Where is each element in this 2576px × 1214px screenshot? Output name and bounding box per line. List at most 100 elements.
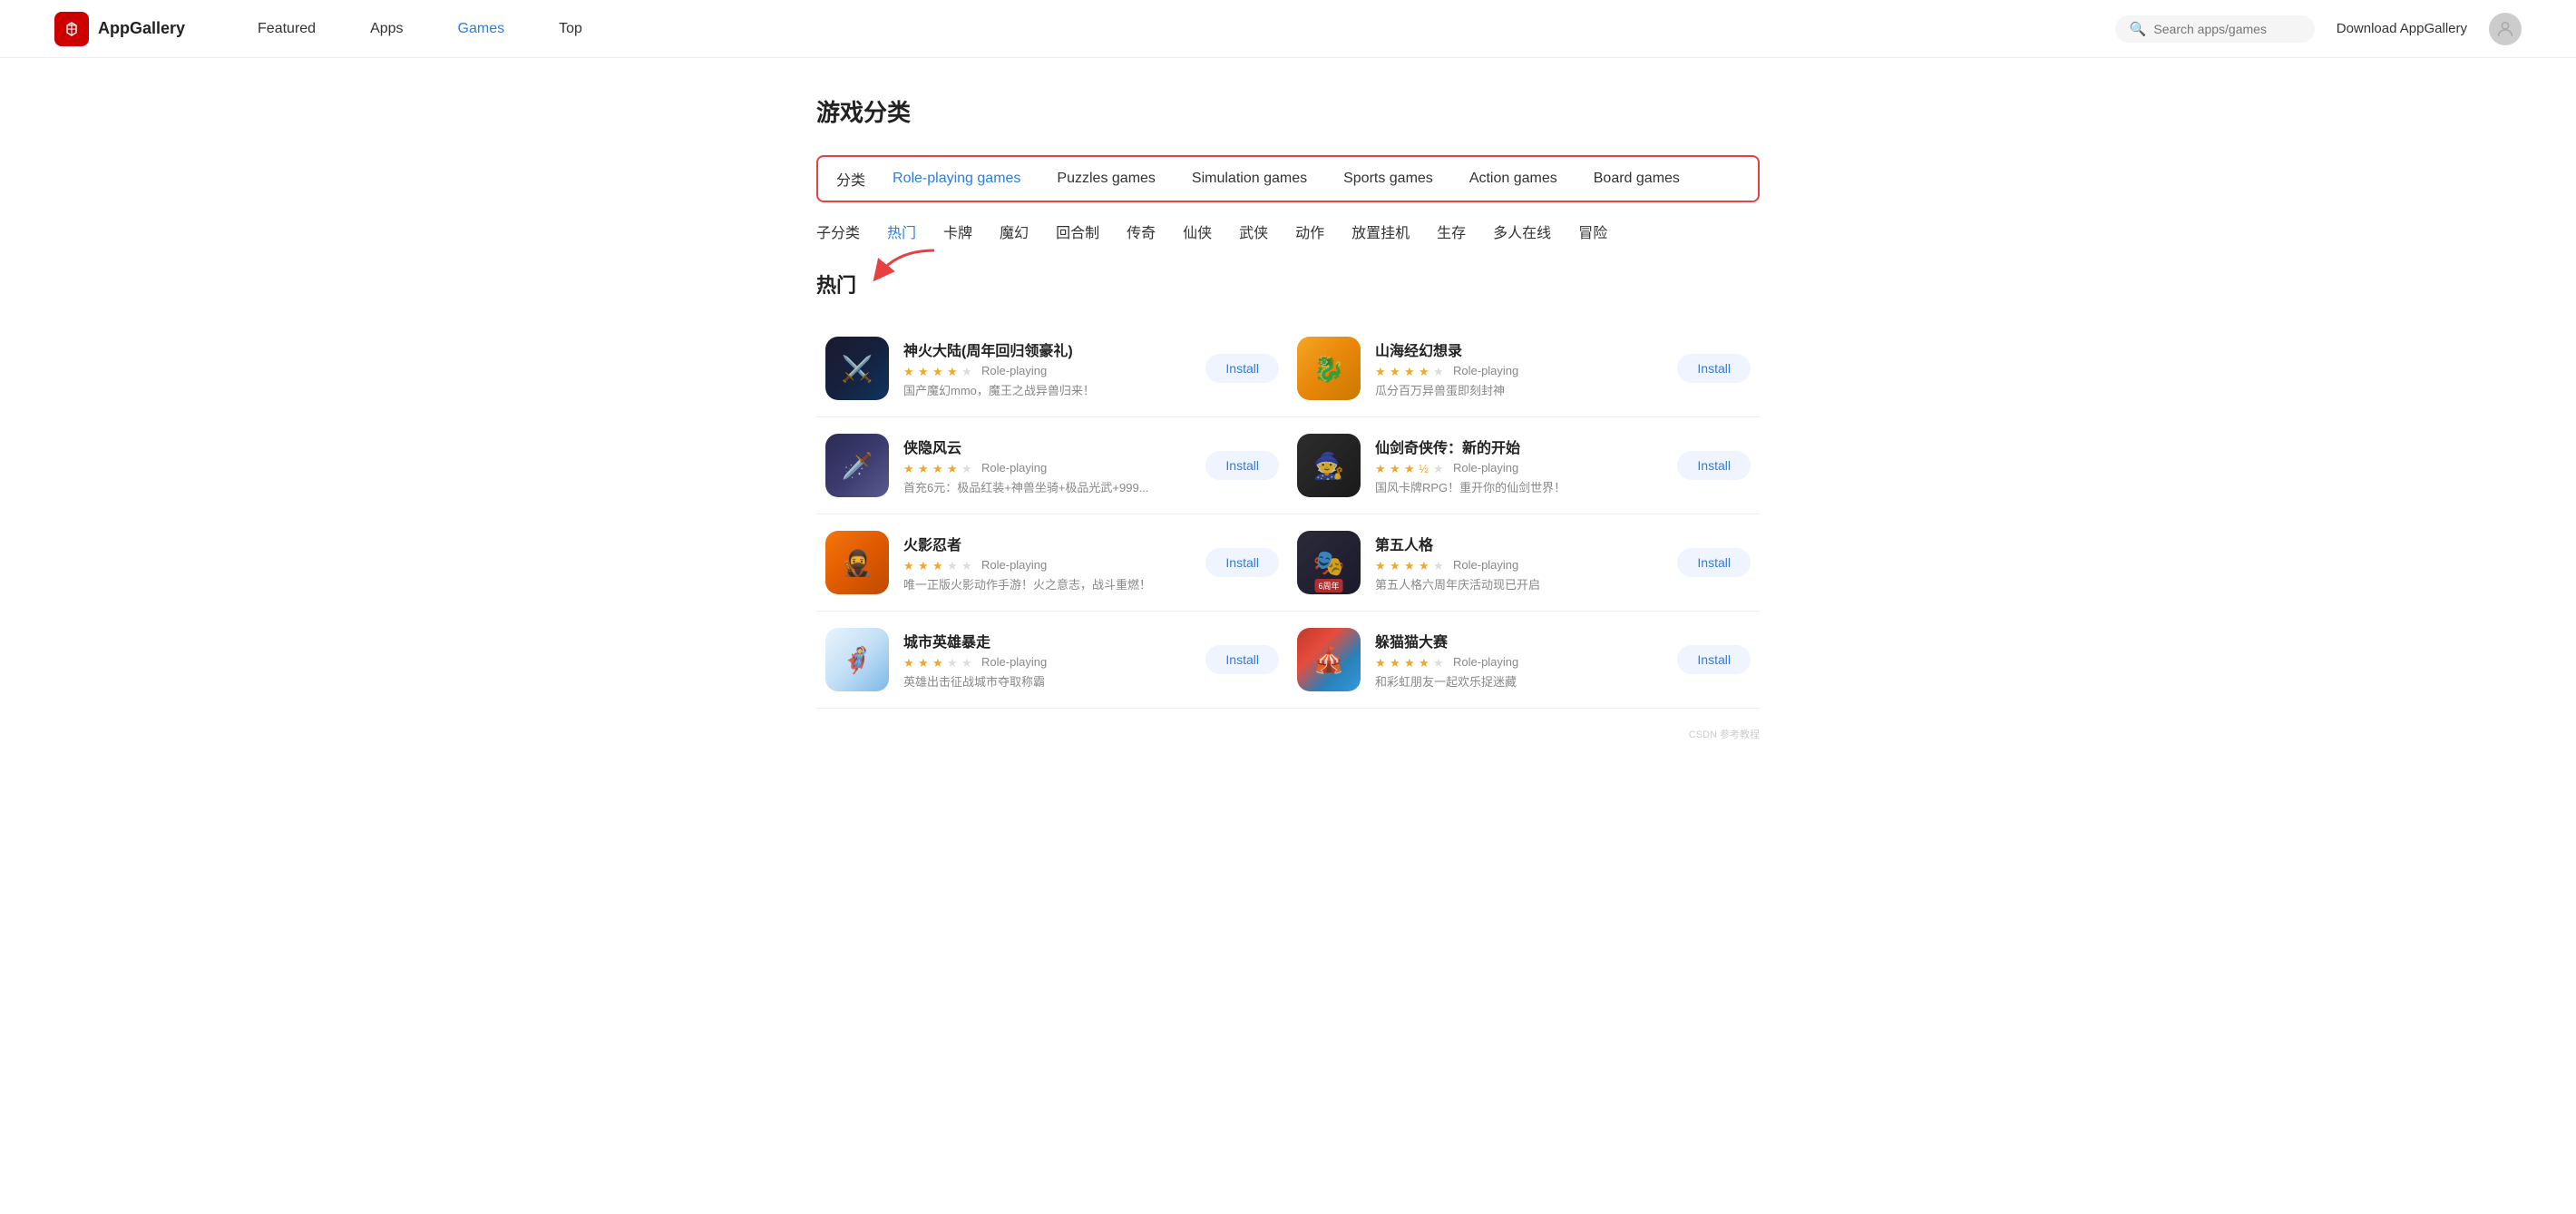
header-right: 🔍 Download AppGallery — [2115, 13, 2522, 45]
install-button[interactable]: Install — [1677, 451, 1751, 480]
user-avatar[interactable] — [2489, 13, 2522, 45]
search-input[interactable] — [2153, 22, 2299, 36]
app-icon: ⚔️ — [825, 337, 889, 400]
app-category-tag: Role-playing — [1453, 364, 1518, 377]
stars: ★★★★★ — [903, 559, 974, 572]
app-item: 🎪 躲猫猫大赛 ★★★★★ Role-playing 和彩虹朋友一起欢乐捉迷藏 … — [1288, 612, 1760, 709]
search-icon: 🔍 — [2130, 21, 2147, 37]
arrow-indicator — [871, 246, 943, 282]
download-appgallery-button[interactable]: Download AppGallery — [2337, 21, 2467, 36]
nav-featured[interactable]: Featured — [258, 21, 316, 37]
section-title: 热门 — [816, 269, 1760, 299]
subcategory-label: 子分类 — [816, 220, 860, 242]
install-button[interactable]: Install — [1205, 451, 1279, 480]
nav-apps[interactable]: Apps — [370, 21, 403, 37]
subcategory-xian[interactable]: 仙侠 — [1183, 220, 1212, 242]
app-name: 山海经幻想录 — [1375, 338, 1663, 360]
app-info: 火影忍者 ★★★★★ Role-playing 唯一正版火影动作手游！火之意志，… — [903, 533, 1191, 592]
app-category-tag: Role-playing — [1453, 461, 1518, 475]
main-nav: Featured Apps Games Top — [258, 21, 2115, 37]
app-item: 🗡️ 侠隐风云 ★★★★★ Role-playing 首充6元：极品红装+神兽坐… — [816, 417, 1288, 514]
install-button[interactable]: Install — [1205, 548, 1279, 577]
subcategory-hot[interactable]: 热门 — [887, 220, 916, 242]
app-item: 🦸 城市英雄暴走 ★★★★★ Role-playing 英雄出击征战城市夺取称霸… — [816, 612, 1288, 709]
app-desc: 瓜分百万异兽蛋即刻封神 — [1375, 381, 1647, 398]
app-icon: 🎪 — [1297, 628, 1361, 691]
app-name: 仙剑奇侠传：新的开始 — [1375, 436, 1663, 457]
app-grid: ⚔️ 神火大陆(周年回归领豪礼) ★★★★★ Role-playing 国产魔幻… — [816, 320, 1760, 709]
subcategory-online[interactable]: 多人在线 — [1493, 220, 1551, 242]
install-button[interactable]: Install — [1677, 354, 1751, 383]
app-info: 城市英雄暴走 ★★★★★ Role-playing 英雄出击征战城市夺取称霸 — [903, 630, 1191, 690]
subcategory-action2[interactable]: 动作 — [1295, 220, 1324, 242]
install-button[interactable]: Install — [1205, 354, 1279, 383]
app-icon: 🎭 6周年 — [1297, 531, 1361, 594]
app-badge: 6周年 — [1314, 579, 1342, 592]
footer-note: CSDN 参考教程 — [816, 727, 1760, 741]
app-desc: 第五人格六周年庆活动现已开启 — [1375, 575, 1647, 592]
stars: ★★★★★ — [903, 656, 974, 669]
category-items: Role-playing games Puzzles games Simulat… — [893, 171, 1680, 187]
main-content: 游戏分类 分类 Role-playing games Puzzles games… — [653, 58, 1923, 778]
category-action[interactable]: Action games — [1469, 171, 1557, 187]
app-name: 火影忍者 — [903, 533, 1191, 554]
subcategory-card[interactable]: 卡牌 — [943, 220, 972, 242]
app-info: 仙剑奇侠传：新的开始 ★★★½★ Role-playing 国风卡牌RPG！重开… — [1375, 436, 1663, 495]
subcategory-idle[interactable]: 放置挂机 — [1351, 220, 1410, 242]
install-button[interactable]: Install — [1205, 645, 1279, 674]
stars: ★★★★★ — [1375, 559, 1446, 572]
subcategory-adventure[interactable]: 冒险 — [1578, 220, 1607, 242]
app-category-tag: Role-playing — [981, 558, 1047, 572]
app-rating: ★★★★★ Role-playing — [903, 461, 1191, 475]
app-rating: ★★★★★ Role-playing — [1375, 364, 1663, 377]
app-name: 第五人格 — [1375, 533, 1663, 554]
install-button[interactable]: Install — [1677, 548, 1751, 577]
subcategory-wuxia[interactable]: 武侠 — [1239, 220, 1268, 242]
app-rating: ★★★½★ Role-playing — [1375, 461, 1663, 475]
category-sports[interactable]: Sports games — [1343, 171, 1433, 187]
app-category-tag: Role-playing — [981, 655, 1047, 669]
app-desc: 首充6元：极品红装+神兽坐骑+极品光武+999... — [903, 478, 1176, 495]
app-icon: 🧙 — [1297, 434, 1361, 497]
app-icon: 🐉 — [1297, 337, 1361, 400]
app-desc: 国产魔幻mmo，魔王之战异兽归来！ — [903, 381, 1176, 398]
logo-icon — [54, 12, 89, 46]
app-item: 🎭 6周年 第五人格 ★★★★★ Role-playing 第五人格六周年庆活动… — [1288, 514, 1760, 612]
subcategory-row: 子分类 热门 卡牌 魔幻 回合制 传奇 仙侠 武侠 动作 放置挂机 生存 多人在… — [816, 220, 1760, 242]
category-row: 分类 Role-playing games Puzzles games Simu… — [816, 155, 1760, 202]
category-simulation[interactable]: Simulation games — [1192, 171, 1307, 187]
app-info: 躲猫猫大赛 ★★★★★ Role-playing 和彩虹朋友一起欢乐捉迷藏 — [1375, 630, 1663, 690]
app-info: 神火大陆(周年回归领豪礼) ★★★★★ Role-playing 国产魔幻mmo… — [903, 338, 1191, 398]
subcategory-survival[interactable]: 生存 — [1437, 220, 1466, 242]
app-rating: ★★★★★ Role-playing — [1375, 558, 1663, 572]
search-bar[interactable]: 🔍 — [2115, 15, 2315, 43]
app-category-tag: Role-playing — [981, 461, 1047, 475]
app-category-tag: Role-playing — [1453, 558, 1518, 572]
category-role-playing[interactable]: Role-playing games — [893, 171, 1020, 187]
app-item: ⚔️ 神火大陆(周年回归领豪礼) ★★★★★ Role-playing 国产魔幻… — [816, 320, 1288, 417]
app-rating: ★★★★★ Role-playing — [1375, 655, 1663, 669]
app-icon: 🦸 — [825, 628, 889, 691]
category-board[interactable]: Board games — [1594, 171, 1680, 187]
app-category-tag: Role-playing — [981, 364, 1047, 377]
app-item: 🐉 山海经幻想录 ★★★★★ Role-playing 瓜分百万异兽蛋即刻封神 … — [1288, 320, 1760, 417]
category-puzzles[interactable]: Puzzles games — [1057, 171, 1156, 187]
app-desc: 国风卡牌RPG！重开你的仙剑世界！ — [1375, 478, 1647, 495]
stars: ★★★★★ — [903, 462, 974, 475]
subcategory-magic[interactable]: 魔幻 — [1000, 220, 1029, 242]
app-item: 🥷 火影忍者 ★★★★★ Role-playing 唯一正版火影动作手游！火之意… — [816, 514, 1288, 612]
subcategory-legend[interactable]: 传奇 — [1127, 220, 1156, 242]
nav-top[interactable]: Top — [559, 21, 582, 37]
app-desc: 英雄出击征战城市夺取称霸 — [903, 672, 1176, 690]
app-info: 山海经幻想录 ★★★★★ Role-playing 瓜分百万异兽蛋即刻封神 — [1375, 338, 1663, 398]
nav-games[interactable]: Games — [458, 21, 505, 37]
app-info: 侠隐风云 ★★★★★ Role-playing 首充6元：极品红装+神兽坐骑+极… — [903, 436, 1191, 495]
stars: ★★★★★ — [1375, 365, 1446, 377]
install-button[interactable]: Install — [1677, 645, 1751, 674]
app-name: 躲猫猫大赛 — [1375, 630, 1663, 651]
subcategory-turn[interactable]: 回合制 — [1056, 220, 1099, 242]
subcategory-items: 热门 卡牌 魔幻 回合制 传奇 仙侠 武侠 动作 放置挂机 生存 多人在线 冒险 — [887, 220, 1607, 242]
category-label: 分类 — [836, 168, 865, 190]
page-title: 游戏分类 — [816, 94, 1760, 128]
stars: ★★★★★ — [1375, 656, 1446, 669]
